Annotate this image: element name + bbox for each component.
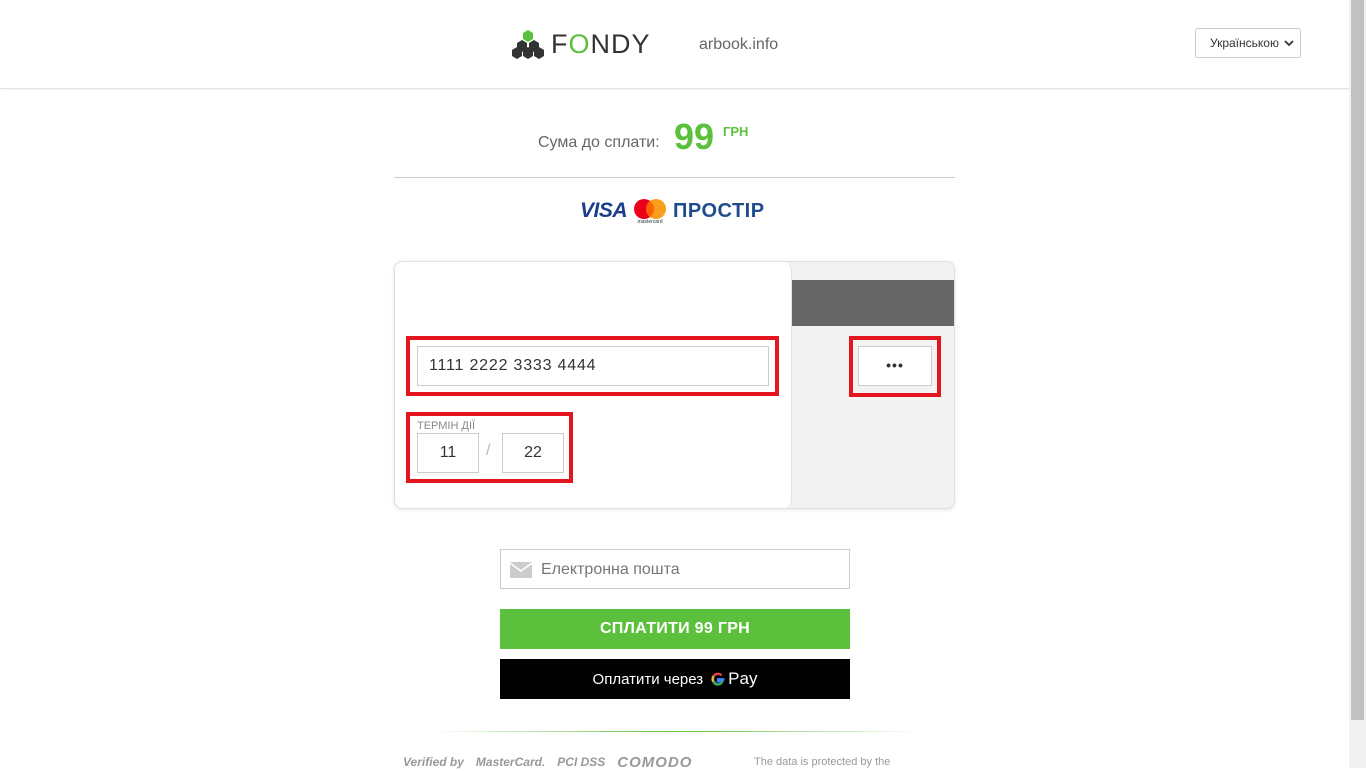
email-field[interactable]: Електронна пошта [500,549,850,589]
fondy-logo-text: FONDY [551,28,651,59]
language-select-value: Українською [1210,36,1279,50]
google-pay-logo: Pay [710,669,757,689]
amount-row: Сума до сплати: 99 ГРН [394,112,955,178]
chevron-down-icon [1284,40,1294,47]
fondy-logo-icon [512,30,544,59]
amount-label: Сума до сплати: [538,134,660,151]
scrollbar[interactable] [1349,0,1366,768]
card-magnetic-stripe [792,280,954,326]
merchant-name: arbook.info [699,36,779,53]
header: FONDY arbook.info Українською [0,0,1349,89]
google-pay-button[interactable]: Оплатити через Pay [500,659,850,699]
fondy-logo[interactable]: FONDY [512,28,651,60]
expiry-month-input[interactable]: 11 [417,433,479,473]
footer-divider [430,731,920,732]
expiry-year-input[interactable]: 22 [502,433,564,473]
mastercard-icon: mastercard [634,199,667,224]
amount-value: 99 [674,116,715,157]
email-placeholder: Електронна пошта [541,561,680,578]
google-pay-label: Оплатити через [592,670,704,688]
prostir-logo: ПРОСТІР [673,199,765,222]
svg-text:mastercard: mastercard [638,219,663,224]
mastercard-securecode-logo: MasterCard. [475,755,546,769]
payment-brands: VISA mastercard ПРОСТІР [580,196,765,226]
cvv-input[interactable]: ••• [858,346,932,386]
security-text: The data is protected by the [754,756,891,768]
expiry-label: ТЕРМІН ДІЇ [417,420,476,432]
google-g-icon [711,672,725,686]
mail-icon [510,562,532,578]
card-number-input[interactable]: 1111 2222 3333 4444 [417,346,769,386]
visa-logo: VISA [580,199,628,222]
scrollbar-thumb[interactable] [1351,0,1364,720]
language-select[interactable]: Українською [1195,28,1301,58]
expiry-separator: / [486,442,491,459]
pay-button[interactable]: СПЛАТИТИ 99 ГРН [500,609,850,649]
amount-currency: ГРН [723,124,749,139]
pci-dss-logo: PCI DSS [557,755,606,769]
verified-by-visa-logo: Verified by [403,755,464,769]
